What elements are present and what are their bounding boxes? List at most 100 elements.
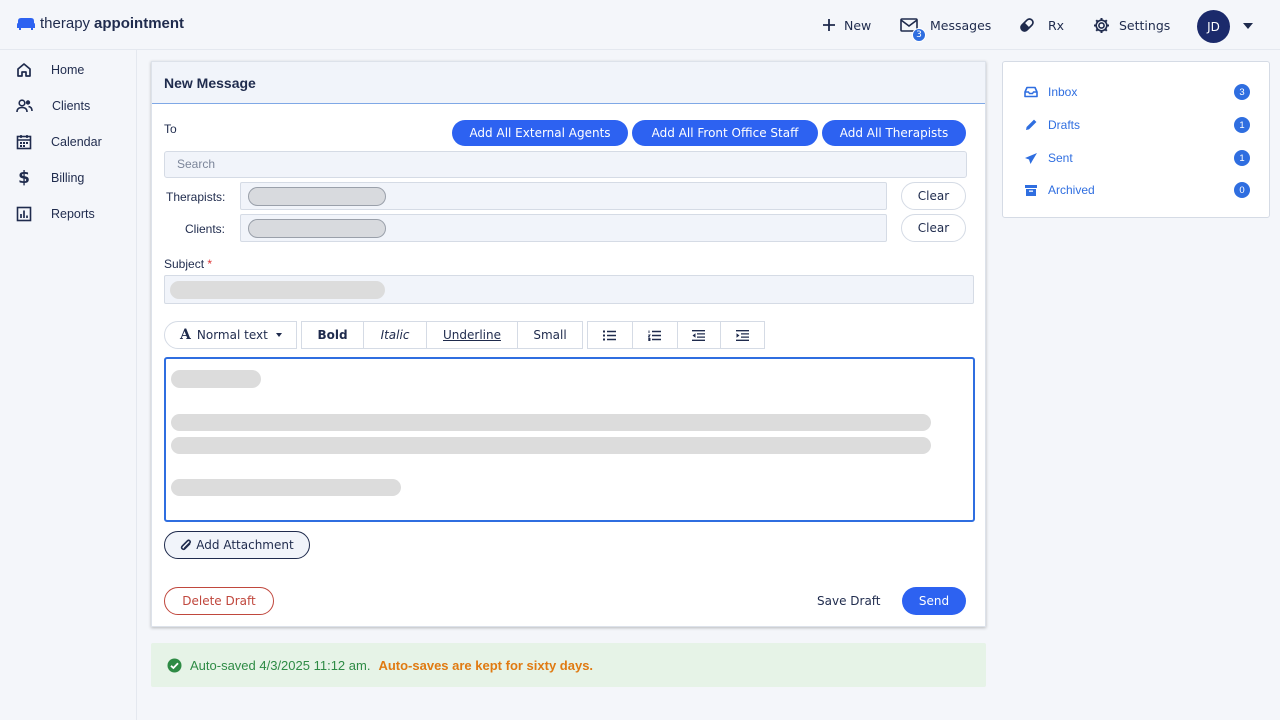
text-format-toolbar: Bold Italic Underline Small [301,321,583,349]
font-a-icon: A [180,327,191,343]
clear-clients-button[interactable]: Clear [901,214,966,242]
sidebar-item-label: Reports [51,207,95,221]
bullet-list-button[interactable] [588,322,633,348]
text-style-dropdown[interactable]: A Normal text [164,321,297,349]
rx-label: Rx [1048,17,1065,33]
subject-input[interactable] [164,275,974,304]
user-avatar[interactable]: JD [1197,10,1230,43]
page-title: New Message [164,75,256,91]
clients-icon [16,99,33,113]
folder-label: Inbox [1048,85,1078,99]
add-front-office-button[interactable]: Add All Front Office Staff [632,120,818,146]
couch-icon [17,17,35,30]
outdent-icon [692,329,706,341]
therapists-field[interactable] [240,182,887,210]
check-circle-icon [167,658,182,672]
numbered-list-icon [648,330,662,341]
underline-button[interactable]: Underline [427,322,518,348]
to-label: To [164,122,177,136]
calendar-icon [16,135,32,150]
folder-count-badge: 1 [1234,117,1250,133]
brand-name-light: therapy [40,15,91,32]
body-placeholder-bar [171,437,931,454]
delete-draft-button[interactable]: Delete Draft [164,587,274,615]
folder-label: Sent [1048,151,1073,165]
numbered-list-button[interactable] [633,322,678,348]
bold-button[interactable]: Bold [302,322,364,348]
outdent-button[interactable] [678,322,722,348]
messages-count-badge: 3 [912,28,926,42]
new-button[interactable]: New [822,0,871,50]
paper-plane-icon [1025,152,1037,164]
sidebar-item-reports[interactable]: Reports [16,202,95,226]
add-therapists-button[interactable]: Add All Therapists [822,120,966,146]
sidebar: Home Clients Calendar $ Billing Reports [0,50,137,720]
body-placeholder-bar [171,479,401,496]
sidebar-item-home[interactable]: Home [16,58,84,82]
sidebar-item-label: Home [51,63,85,77]
user-menu-caret-icon[interactable] [1243,23,1253,29]
sidebar-item-label: Calendar [51,135,102,149]
clients-field[interactable] [240,214,887,242]
folder-count-badge: 3 [1234,84,1250,100]
folder-count-badge: 1 [1234,150,1250,166]
body-placeholder-bar [171,414,931,431]
rx-button[interactable]: Rx [1018,0,1064,50]
settings-button[interactable]: Settings [1093,0,1170,50]
plus-icon [823,19,835,31]
required-marker: * [207,257,213,271]
settings-label: Settings [1119,17,1171,33]
indent-icon [736,329,750,341]
folder-label: Archived [1048,183,1095,197]
brand-logo[interactable]: therapy appointment [16,15,184,32]
messages-label: Messages [930,17,992,33]
paperclip-icon [181,538,192,550]
pill-icon [1020,18,1034,32]
therapists-label: Therapists: [166,190,226,204]
dollar-icon: $ [18,168,30,188]
autosave-banner: Auto-saved 4/3/2025 11:12 am. Auto-saves… [151,643,986,687]
text-style-label: Normal text [196,328,268,342]
compose-card: New Message To Add All External Agents A… [151,61,986,627]
italic-button[interactable]: Italic [364,322,427,348]
save-draft-button[interactable]: Save Draft [817,594,881,608]
add-attachment-button[interactable]: Add Attachment [164,531,310,559]
bullet-list-icon [603,330,617,340]
folder-archived[interactable]: Archived 0 [1024,180,1250,200]
reports-icon [16,206,32,222]
therapist-chip[interactable] [248,187,386,206]
message-folders-panel: Inbox 3 Drafts 1 Sent 1 Archived 0 [1002,61,1270,218]
recipient-search-input[interactable]: Search [164,151,967,178]
sidebar-item-calendar[interactable]: Calendar [16,130,102,154]
body-placeholder-bar [171,370,261,388]
caret-down-icon [275,333,282,337]
subject-placeholder-bar [170,281,385,299]
folder-label: Drafts [1048,118,1081,132]
indent-button[interactable] [721,322,764,348]
home-icon [17,63,31,77]
add-external-agents-button[interactable]: Add All External Agents [452,120,628,146]
add-attachment-label: Add Attachment [196,538,294,552]
compose-header: New Message [152,62,985,104]
autosave-text: Auto-saved 4/3/2025 11:12 am. [190,657,371,673]
small-button[interactable]: Small [518,322,582,348]
messages-button[interactable]: 3 Messages [900,0,991,50]
inbox-icon [1024,86,1038,98]
sidebar-item-clients[interactable]: Clients [16,94,90,118]
archive-icon [1025,184,1037,196]
send-button[interactable]: Send [902,587,966,615]
gear-icon [1094,17,1109,33]
pencil-icon [1026,119,1037,130]
top-bar: therapy appointment New 3 Messages Rx Set… [0,0,1280,50]
clear-therapists-button[interactable]: Clear [901,182,966,210]
folder-inbox[interactable]: Inbox 3 [1024,82,1250,102]
message-body-editor[interactable] [164,357,975,522]
sidebar-item-billing[interactable]: $ Billing [16,166,84,190]
clients-label: Clients: [185,222,226,236]
autosave-note: Auto-saves are kept for sixty days. [378,657,594,673]
folder-sent[interactable]: Sent 1 [1024,148,1250,168]
client-chip[interactable] [248,219,386,238]
folder-count-badge: 0 [1234,182,1250,198]
brand-name-bold: appointment [94,15,185,32]
folder-drafts[interactable]: Drafts 1 [1024,115,1250,135]
